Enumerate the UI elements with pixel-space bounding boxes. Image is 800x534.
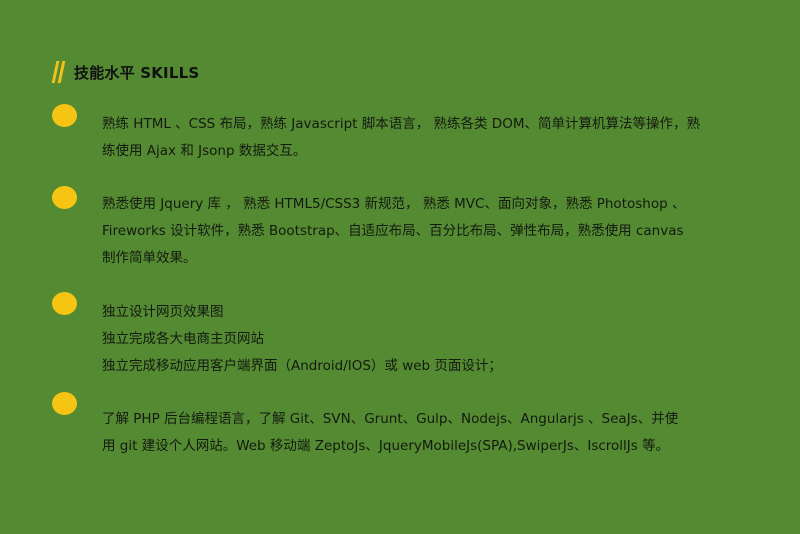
skill-line: 独立设计网页效果图 (102, 304, 224, 320)
skill-item-3: 独立设计网页效果图 独立完成各大电商主页网站 独立完成移动应用客户端界面（And… (102, 299, 742, 380)
skill-line: 制作简单效果。 (102, 250, 197, 266)
bullet-dot-icon (52, 186, 77, 209)
skill-item-2: 熟悉使用 Jquery 库 ， 熟悉 HTML5/CSS3 新规范， 熟悉 MV… (102, 191, 742, 272)
skill-line: 练使用 Ajax 和 Jsonp 数据交互。 (102, 143, 307, 159)
skill-line: 熟练 HTML 、CSS 布局，熟练 Javascript 脚本语言， 熟练各类… (102, 116, 700, 132)
double-slash-icon (51, 60, 66, 84)
bullet-dot-icon (52, 104, 77, 127)
skill-line: 熟悉使用 Jquery 库 ， 熟悉 HTML5/CSS3 新规范， 熟悉 MV… (102, 196, 686, 212)
skill-line: 了解 PHP 后台编程语言，了解 Git、SVN、Grunt、Gulp、Node… (102, 411, 679, 427)
bullet-dot-icon (52, 392, 77, 415)
section-title: 技能水平 SKILLS (74, 63, 200, 82)
skill-item-4: 了解 PHP 后台编程语言，了解 Git、SVN、Grunt、Gulp、Node… (102, 406, 742, 460)
bullet-dot-icon (52, 292, 77, 315)
section-header: 技能水平 SKILLS (51, 60, 200, 84)
skill-line: 独立完成移动应用客户端界面（Android/IOS）或 web 页面设计； (102, 358, 502, 374)
skill-line: 用 git 建设个人网站。Web 移动端 ZeptoJs、JqueryMobil… (102, 438, 670, 454)
skill-line: 独立完成各大电商主页网站 (102, 331, 264, 347)
skill-line: Fireworks 设计软件，熟悉 Bootstrap、自适应布局、百分比布局、… (102, 223, 684, 239)
skill-item-1: 熟练 HTML 、CSS 布局，熟练 Javascript 脚本语言， 熟练各类… (102, 111, 742, 165)
